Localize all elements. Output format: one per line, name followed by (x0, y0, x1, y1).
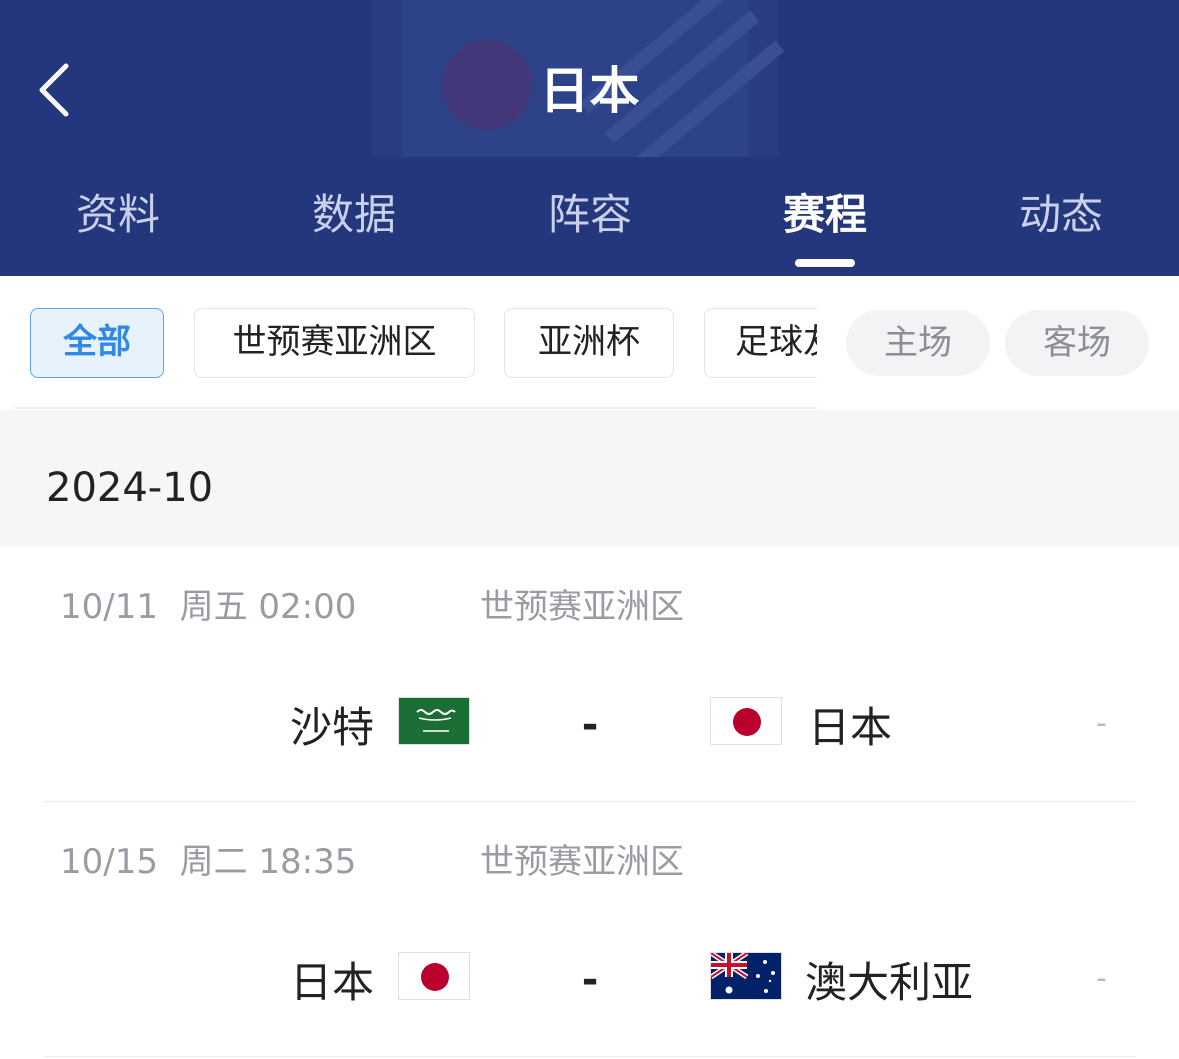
team-header: 日本 (0, 0, 1179, 157)
page-title: 日本 (539, 62, 640, 120)
home-team-name: 日本 (289, 958, 374, 1007)
match-datetime: 10/11 周五 02:00 (60, 587, 357, 627)
australia-flag-icon (710, 952, 782, 1000)
match-score: - (581, 702, 599, 748)
japan-flag-icon (710, 697, 782, 745)
match-odds: - (1096, 961, 1107, 996)
filter-all-chip[interactable]: 全部 (30, 308, 164, 378)
tab-bar: 资料 数据 阵容 赛程 动态 (0, 157, 1179, 276)
tab-schedule[interactable]: 赛程 (725, 187, 925, 243)
row-divider (44, 1055, 1135, 1057)
away-team-name: 日本 (808, 703, 893, 752)
match-row[interactable]: 10/11 周五 02:00 世预赛亚洲区 沙特 - 日本 - (0, 547, 1179, 802)
match-row[interactable]: 10/15 周二 18:35 世预赛亚洲区 日本 - 澳大利亚 - (0, 802, 1179, 1057)
match-score: - (581, 957, 599, 1003)
tab-stats[interactable]: 数据 (254, 187, 454, 243)
match-competition: 世预赛亚洲区 (480, 587, 684, 627)
match-odds: - (1096, 706, 1107, 741)
month-section-header: 2024-10 (0, 410, 1179, 547)
saudi-arabia-flag-icon (398, 697, 470, 745)
filter-home-pill[interactable]: 主场 (846, 310, 990, 376)
filter-scroll-clip: 足球友 (704, 308, 817, 378)
tab-news[interactable]: 动态 (961, 187, 1161, 243)
filter-friendly-chip[interactable]: 足球友 (704, 308, 817, 378)
tab-lineup[interactable]: 阵容 (490, 187, 690, 243)
home-team-name: 沙特 (289, 703, 374, 752)
filter-wcq-asia-chip[interactable]: 世预赛亚洲区 (194, 308, 475, 378)
filter-asian-cup-chip[interactable]: 亚洲杯 (504, 308, 674, 378)
japan-flag-icon (398, 952, 470, 1000)
month-label: 2024-10 (46, 465, 214, 511)
away-team-name: 澳大利亚 (805, 958, 974, 1007)
match-datetime: 10/15 周二 18:35 (60, 842, 357, 882)
active-tab-indicator (795, 259, 855, 267)
filter-away-pill[interactable]: 客场 (1005, 310, 1149, 376)
tab-profile[interactable]: 资料 (18, 187, 218, 243)
match-competition: 世预赛亚洲区 (480, 842, 684, 882)
filter-bar: 全部 世预赛亚洲区 亚洲杯 足球友 主场 客场 (0, 276, 1179, 410)
filter-divider (14, 407, 817, 409)
